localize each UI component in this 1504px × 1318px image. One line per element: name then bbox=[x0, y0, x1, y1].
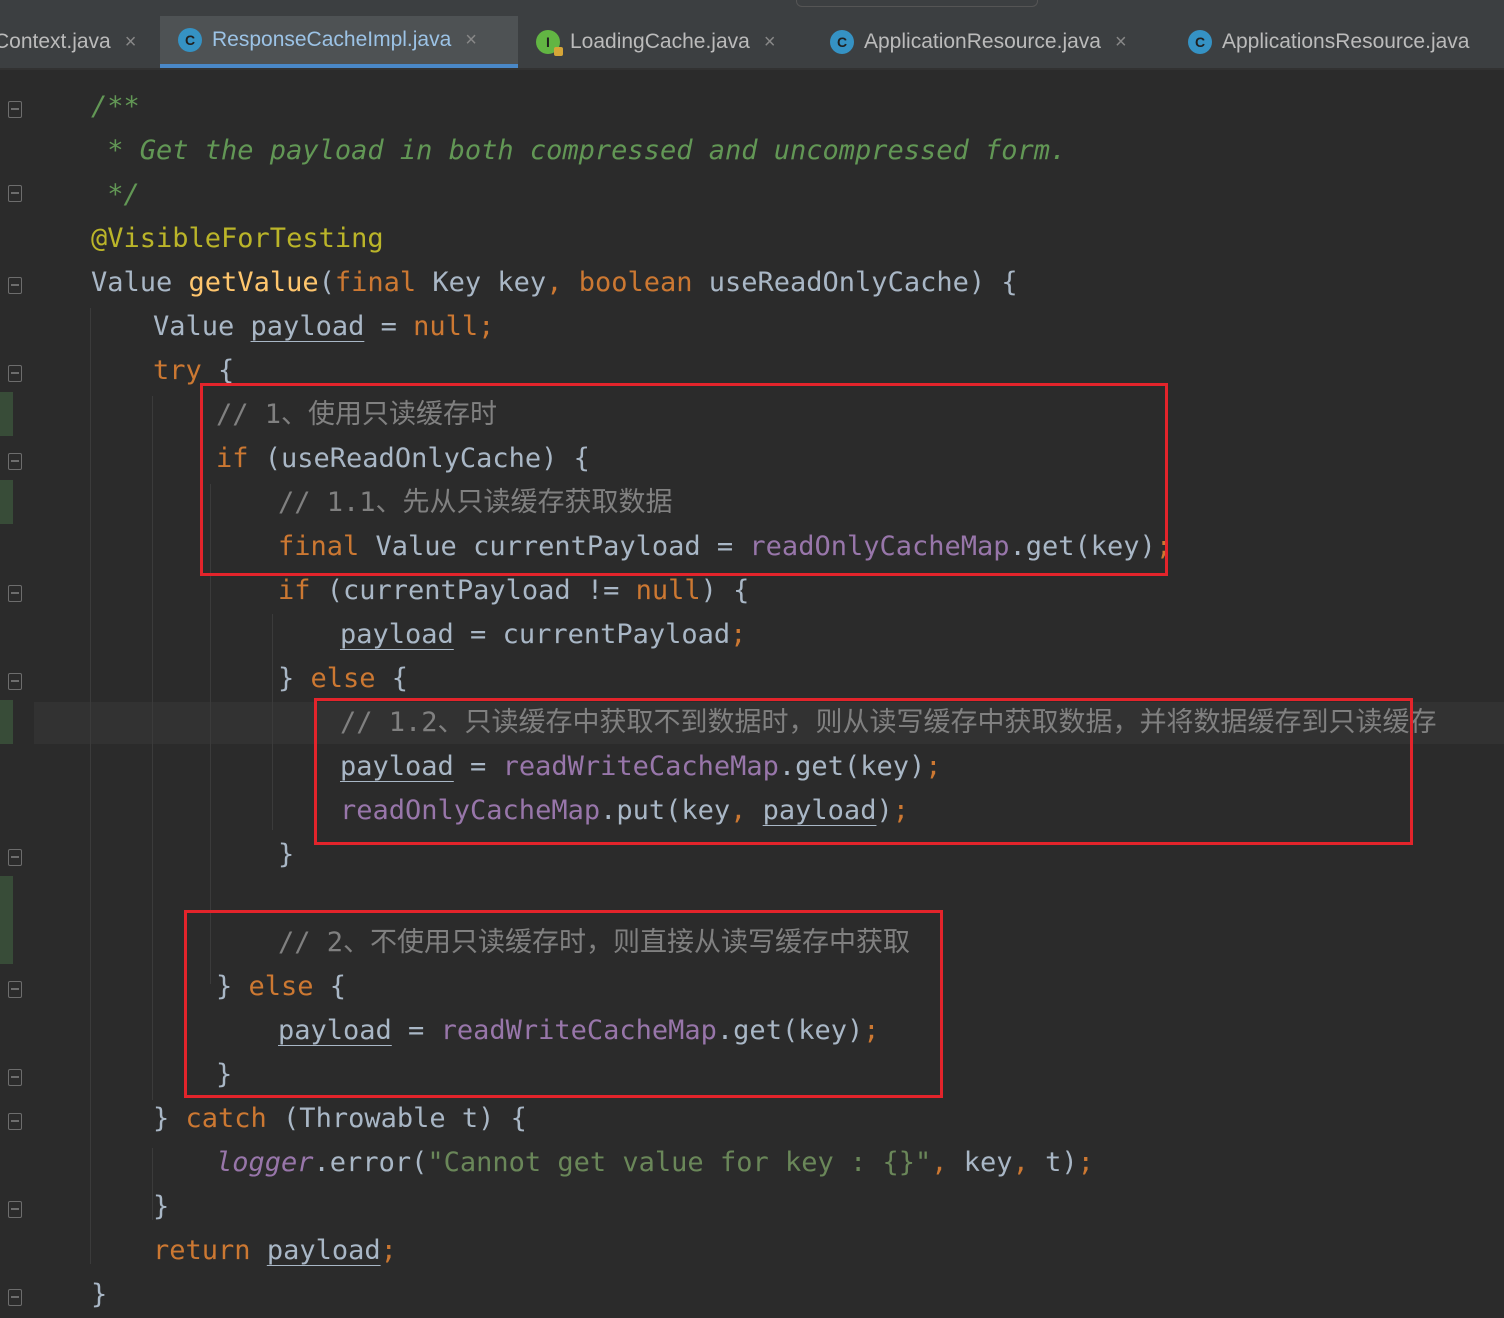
type-token: Value bbox=[91, 267, 189, 298]
fold-toggle-icon[interactable] bbox=[8, 1069, 22, 1086]
tab-applicationsresource-java[interactable]: C ApplicationsResource.java bbox=[1186, 16, 1504, 68]
fold-toggle-icon[interactable] bbox=[8, 1201, 22, 1218]
keyword-token: final bbox=[334, 267, 417, 298]
keyword-token: try bbox=[153, 355, 202, 386]
static-field-token: logger bbox=[216, 1147, 314, 1178]
tab-loadingcache-java[interactable]: I LoadingCache.java × bbox=[532, 16, 810, 68]
keyword-token: if bbox=[278, 575, 311, 606]
fold-toggle-icon[interactable] bbox=[8, 585, 22, 602]
fold-toggle-icon[interactable] bbox=[8, 101, 22, 118]
tab-bar-scroll-indicator bbox=[796, 0, 1038, 7]
semicolon-token: ; bbox=[730, 619, 747, 650]
comma-token: , bbox=[1012, 1147, 1046, 1178]
code-line-annotation: @VisibleForTesting bbox=[91, 223, 384, 254]
code-line-method-signature: Value getValue(final Key key, boolean us… bbox=[91, 261, 1018, 305]
brace-token: { bbox=[201, 355, 235, 386]
tab-label: Context.java bbox=[0, 30, 111, 53]
class-icon: C bbox=[178, 28, 202, 52]
tab-label: LoadingCache.java bbox=[570, 30, 750, 53]
brace-token: } bbox=[278, 663, 311, 694]
semicolon-token: ; bbox=[478, 311, 495, 342]
code-line-doc-open: /** bbox=[91, 91, 140, 122]
param-token: Key key bbox=[416, 267, 547, 298]
tab-label: ApplicationsResource.java bbox=[1222, 30, 1470, 53]
code-line-catch: } catch (Throwable t) { bbox=[153, 1097, 527, 1141]
indent-guide bbox=[152, 396, 153, 1100]
expr-token: = currentPayload bbox=[453, 619, 731, 650]
code-line-else: } else { bbox=[278, 657, 408, 701]
code-line-doc-close: */ bbox=[91, 179, 140, 210]
close-icon[interactable]: × bbox=[764, 31, 776, 54]
close-icon[interactable]: × bbox=[1115, 31, 1127, 54]
keyword-token: boolean bbox=[578, 267, 693, 298]
fold-toggle-icon[interactable] bbox=[8, 365, 22, 382]
param-token: useReadOnlyCache) { bbox=[692, 267, 1018, 298]
editor-tab-bar: Context.java × C ResponseCacheImpl.java … bbox=[0, 0, 1504, 70]
fold-toggle-icon[interactable] bbox=[8, 185, 22, 202]
fold-toggle-icon[interactable] bbox=[8, 673, 22, 690]
code-line-logger: logger.error("Cannot get value for key :… bbox=[216, 1141, 1094, 1185]
variable-token: payload bbox=[340, 619, 454, 650]
change-marker bbox=[0, 700, 13, 744]
fold-toggle-icon[interactable] bbox=[8, 1113, 22, 1130]
method-name-token: getValue bbox=[188, 267, 319, 298]
param-token: (Throwable t) { bbox=[266, 1103, 527, 1134]
code-line-close-brace: } bbox=[91, 1279, 108, 1310]
code-line-assign-current: payload = currentPayload; bbox=[340, 613, 746, 657]
brace-token: } bbox=[153, 1103, 186, 1134]
keyword-token: null bbox=[413, 311, 479, 342]
keyword-token: else bbox=[310, 663, 376, 694]
code-line-payload-decl: Value payload = null; bbox=[153, 305, 494, 349]
indent-guide bbox=[272, 614, 273, 830]
interface-icon: I bbox=[536, 30, 563, 56]
fold-toggle-icon[interactable] bbox=[8, 981, 22, 998]
change-marker bbox=[0, 480, 13, 524]
tab-context-java[interactable]: Context.java × bbox=[0, 16, 154, 68]
tab-applicationresource-java[interactable]: C ApplicationResource.java × bbox=[828, 16, 1168, 68]
code-line-close-brace: } bbox=[153, 1191, 170, 1222]
paren-token: ( bbox=[318, 267, 335, 298]
keyword-token: return bbox=[153, 1235, 251, 1266]
highlight-box-readonly-cache bbox=[200, 383, 1168, 576]
tab-label: ApplicationResource.java bbox=[864, 30, 1101, 53]
class-icon: C bbox=[1188, 30, 1212, 54]
fold-toggle-icon[interactable] bbox=[8, 277, 22, 294]
variable-token: payload bbox=[250, 311, 365, 342]
comma-token: , bbox=[931, 1147, 964, 1178]
fold-toggle-icon[interactable] bbox=[8, 453, 22, 470]
type-token: Value bbox=[153, 311, 251, 342]
change-marker bbox=[0, 392, 13, 436]
highlight-box-fallback-readwrite bbox=[314, 698, 1413, 845]
arg-token: t) bbox=[1045, 1147, 1078, 1178]
brace-token: { bbox=[375, 663, 409, 694]
semicolon-token: ; bbox=[380, 1235, 397, 1266]
highlight-box-no-readonly-cache bbox=[184, 910, 943, 1098]
indent-guide bbox=[90, 308, 91, 1264]
semicolon-token: ; bbox=[1077, 1147, 1094, 1178]
call-token: .error( bbox=[313, 1147, 428, 1178]
close-icon[interactable]: × bbox=[125, 31, 137, 54]
string-token: "Cannot get value for key : {}" bbox=[427, 1147, 932, 1178]
code-line-return: return payload; bbox=[153, 1229, 397, 1273]
condition-token: (currentPayload != bbox=[310, 575, 636, 606]
keyword-token: catch bbox=[185, 1103, 267, 1134]
variable-token: payload bbox=[266, 1235, 381, 1266]
tab-responsecacheimpl-java[interactable]: C ResponseCacheImpl.java × bbox=[160, 16, 518, 68]
tab-label: ResponseCacheImpl.java bbox=[212, 28, 452, 51]
arg-token: key bbox=[963, 1147, 1013, 1178]
code-line-close-brace: } bbox=[278, 839, 295, 870]
code-line-doc-text: * Get the payload in both compressed and… bbox=[91, 135, 1067, 166]
change-marker bbox=[0, 876, 13, 964]
keyword-token: null bbox=[635, 575, 701, 606]
fold-toggle-icon[interactable] bbox=[8, 849, 22, 866]
comma-token: , bbox=[546, 267, 579, 298]
code-editor[interactable]: /** * Get the payload in both compressed… bbox=[34, 70, 1504, 1318]
class-icon: C bbox=[830, 30, 854, 54]
editor-gutter bbox=[0, 70, 34, 1318]
close-icon[interactable]: × bbox=[465, 29, 477, 52]
fold-toggle-icon[interactable] bbox=[8, 1289, 22, 1306]
operator-token: = bbox=[364, 311, 414, 342]
brace-token: ) { bbox=[700, 575, 750, 606]
